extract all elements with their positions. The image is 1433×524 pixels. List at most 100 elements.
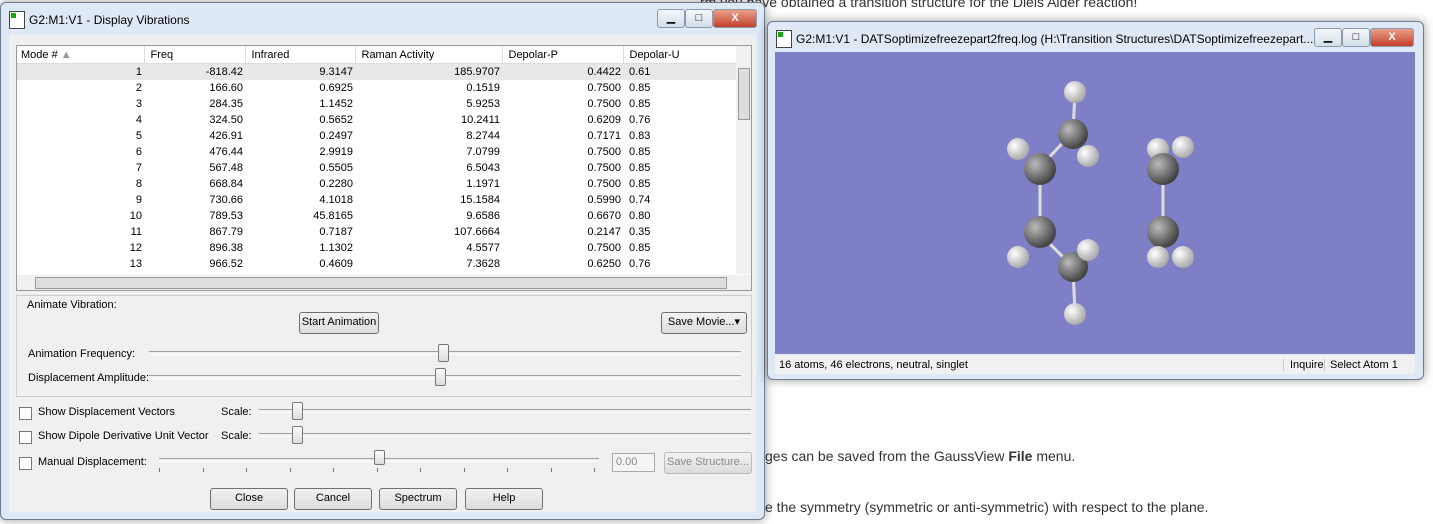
- table-cell: 0.5990: [587, 194, 621, 206]
- manual-displacement-label: Manual Displacement:: [38, 456, 147, 468]
- page-text-line2: ges can be saved from the GaussView File…: [765, 448, 1075, 464]
- table-cell: 10.2411: [461, 114, 500, 126]
- table-cell: 966.52: [209, 258, 243, 270]
- table-cell: 0.85: [629, 146, 651, 158]
- close-window-button[interactable]: X: [713, 9, 757, 28]
- table-row[interactable]: 1 -818.42 9.3147 185.9707 0.4422 0.61: [17, 63, 741, 80]
- carbon-atom: [1024, 153, 1056, 185]
- table-row[interactable]: 9 730.66 4.1018 15.1584 0.5990 0.74: [17, 192, 741, 208]
- close-window-button[interactable]: X: [1370, 28, 1414, 47]
- table-row[interactable]: 11 867.79 0.7187 107.6664 0.2147 0.35: [17, 224, 741, 240]
- scroll-thumb[interactable]: [35, 277, 727, 289]
- show-dipole-checkbox[interactable]: [19, 431, 32, 444]
- column-header[interactable]: Depolar-U: [623, 46, 742, 64]
- table-cell: 567.48: [209, 162, 243, 174]
- show-displacement-vectors-checkbox[interactable]: [19, 407, 32, 420]
- horizontal-scrollbar[interactable]: [17, 275, 751, 290]
- slider-tick: [246, 468, 247, 472]
- vertical-scrollbar[interactable]: [736, 46, 751, 274]
- slider-tick: [420, 468, 421, 472]
- table-cell: 0.5505: [319, 162, 353, 174]
- modes-table: Mode # ▲ Freq Infrared Raman Activity Depola…: [17, 46, 742, 272]
- maximize-button[interactable]: □: [685, 9, 713, 28]
- table-row[interactable]: 12 896.38 1.1302 4.5577 0.7500 0.85: [17, 240, 741, 256]
- molecule-viewport[interactable]: [775, 52, 1415, 354]
- slider-thumb[interactable]: [435, 368, 446, 386]
- table-cell: 284.35: [209, 98, 243, 110]
- table-cell: 0.4422: [587, 66, 621, 78]
- status-bar: 16 atoms, 46 electrons, neutral, singlet…: [775, 355, 1415, 374]
- table-cell: 0.85: [629, 162, 651, 174]
- hydrogen-atom: [1077, 145, 1099, 167]
- table-cell: 1.1971: [466, 178, 500, 190]
- hydrogen-atom: [1064, 303, 1086, 325]
- cancel-button[interactable]: Cancel: [294, 488, 372, 510]
- page-text-line3: e the symmetry (symmetric or anti-symmet…: [765, 499, 1209, 515]
- select-status: Select Atom 1: [1324, 359, 1398, 371]
- vector-scale-slider[interactable]: [259, 409, 751, 413]
- table-cell: 896.38: [209, 242, 243, 254]
- save-movie-button[interactable]: Save Movie...▾: [661, 312, 747, 334]
- table-cell: 0.76: [629, 258, 651, 270]
- gaussview-icon: [776, 30, 792, 48]
- scroll-thumb[interactable]: [738, 68, 750, 120]
- animate-label: Animate Vibration:: [27, 299, 117, 311]
- table-row[interactable]: 3 284.35 1.1452 5.9253 0.7500 0.85: [17, 96, 741, 112]
- table-row[interactable]: 8 668.84 0.2280 1.1971 0.7500 0.85: [17, 176, 741, 192]
- hydrogen-atom: [1007, 246, 1029, 268]
- minimize-button[interactable]: ▁: [657, 9, 685, 28]
- table-cell: 8: [135, 178, 142, 190]
- sort-ascending-icon: ▲: [57, 48, 72, 61]
- table-cell: 0.76: [629, 114, 651, 126]
- dialog-title: G2:M1:V1 - Display Vibrations: [29, 13, 190, 27]
- spectrum-button[interactable]: Spectrum: [379, 488, 457, 510]
- column-header[interactable]: Freq: [144, 46, 246, 64]
- column-header[interactable]: Mode # ▲: [17, 46, 145, 64]
- table-row[interactable]: 13 966.52 0.4609 7.3628 0.6250 0.76: [17, 256, 741, 272]
- table-cell: 12: [129, 242, 142, 254]
- slider-tick: [333, 468, 334, 472]
- table-cell: 1: [135, 66, 142, 78]
- table-cell: 0.7500: [587, 146, 621, 158]
- table-cell: 11: [130, 226, 142, 238]
- table-row[interactable]: 4 324.50 0.5652 10.2411 0.6209 0.76: [17, 112, 741, 128]
- table-cell: 0.1519: [466, 82, 500, 94]
- table-cell: 0.6209: [587, 114, 621, 126]
- hydrogen-atom: [1172, 246, 1194, 268]
- hydrogen-atom: [1147, 246, 1169, 268]
- carbon-atom: [1147, 153, 1179, 185]
- table-row[interactable]: 5 426.91 0.2497 8.2744 0.7171 0.83: [17, 128, 741, 144]
- help-button[interactable]: Help: [465, 488, 543, 510]
- hydrogen-atom: [1064, 81, 1086, 103]
- table-cell: 0.6250: [587, 258, 621, 270]
- table-cell: 789.53: [209, 210, 243, 222]
- table-row[interactable]: 2 166.60 0.6925 0.1519 0.7500 0.85: [17, 80, 741, 96]
- close-button[interactable]: Close: [210, 488, 288, 510]
- table-cell: 6.5043: [466, 162, 500, 174]
- text-bold: File: [1008, 448, 1033, 464]
- table-row[interactable]: 10 789.53 45.8165 9.6586 0.6670 0.80: [17, 208, 741, 224]
- table-cell: 0.85: [629, 82, 651, 94]
- table-row[interactable]: 7 567.48 0.5505 6.5043 0.7500 0.85: [17, 160, 741, 176]
- manual-displacement-checkbox[interactable]: [19, 457, 32, 470]
- molecule-window-title: G2:M1:V1 - DATSoptimizefreezepart2freq.l…: [796, 32, 1314, 46]
- table-row[interactable]: 6 476.44 2.9919 7.0799 0.7500 0.85: [17, 144, 741, 160]
- column-header[interactable]: Infrared: [245, 46, 356, 64]
- table-cell: 13: [129, 258, 142, 270]
- table-cell: 0.85: [629, 242, 651, 254]
- slider-thumb[interactable]: [292, 402, 303, 420]
- column-header[interactable]: Raman Activity: [355, 46, 503, 64]
- table-cell: 0.80: [629, 210, 651, 222]
- slider-thumb[interactable]: [438, 344, 449, 362]
- column-header[interactable]: Depolar-P: [502, 46, 624, 64]
- slider-thumb[interactable]: [374, 450, 385, 465]
- minimize-button[interactable]: ▁: [1314, 28, 1342, 47]
- maximize-button[interactable]: □: [1342, 28, 1370, 47]
- table-cell: 426.91: [209, 130, 243, 142]
- dialog-body: Mode # ▲ Freq Infrared Raman Activity Depola…: [9, 35, 756, 512]
- start-animation-button[interactable]: Start Animation: [299, 312, 379, 334]
- dipole-scale-slider[interactable]: [259, 433, 751, 437]
- slider-thumb[interactable]: [292, 426, 303, 444]
- carbon-atom: [1024, 216, 1056, 248]
- show-dipole-label: Show Dipole Derivative Unit Vector: [38, 430, 209, 442]
